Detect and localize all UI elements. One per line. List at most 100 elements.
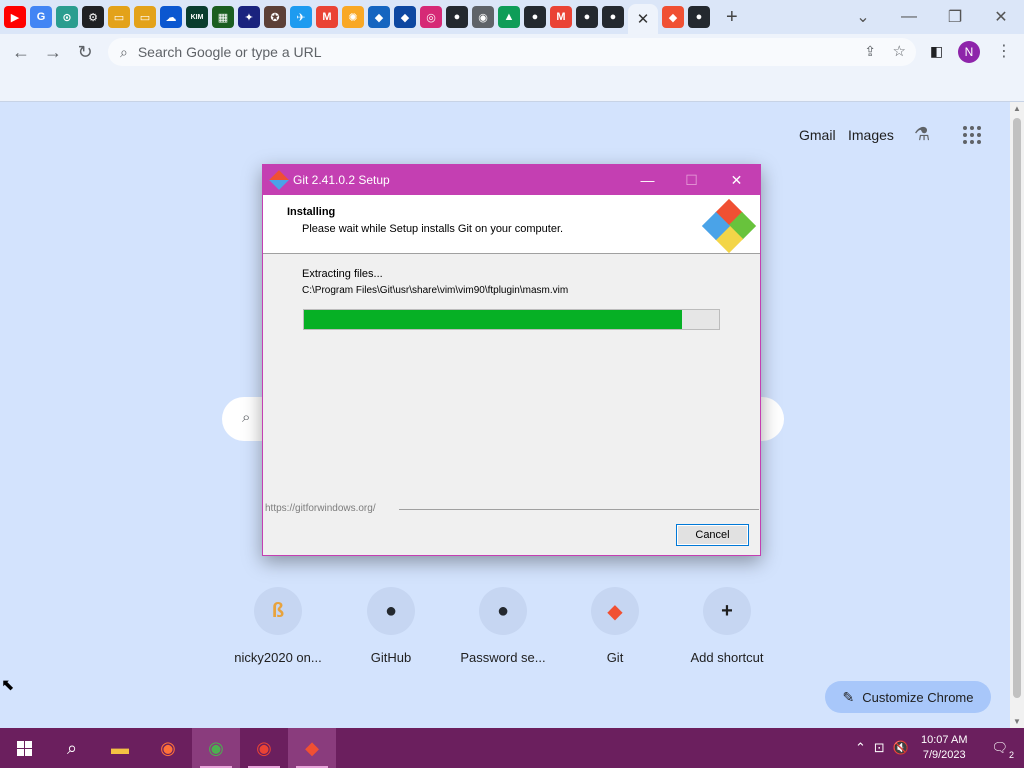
forward-button[interactable]: → [38, 37, 68, 67]
taskbar-git-setup[interactable]: ◆ [288, 728, 336, 768]
back-button[interactable]: ← [6, 37, 36, 67]
clock-time: 10:07 AM [921, 734, 968, 746]
clock-icon[interactable]: ⊙ [56, 6, 78, 28]
github-icon[interactable]: ● [688, 6, 710, 28]
dialog-minimize-button[interactable]: — [625, 165, 670, 195]
shortcut-label: nicky2020 on... [234, 650, 322, 665]
omnibox[interactable]: ⌕ Search Google or type a URL ⇪ ☆ [108, 38, 916, 66]
page-scrollbar[interactable]: ▲ ▼ [1010, 102, 1024, 728]
puzzle-icon[interactable]: ✦ [238, 6, 260, 28]
search-icon: ⌕ [120, 43, 128, 60]
shortcut-label: GitHub [370, 650, 412, 665]
restore-window-button[interactable]: ❐ [932, 0, 978, 34]
github-icon[interactable]: ● [524, 6, 546, 28]
volume-muted-icon[interactable]: 🔇 [893, 740, 909, 756]
git-icon[interactable]: ◆ [662, 6, 684, 28]
active-tab[interactable]: ✕ [628, 4, 658, 34]
windows-logo-icon [16, 740, 32, 756]
bookmark-star-icon[interactable]: ☆ [893, 42, 906, 60]
dialog-maximize-button: ☐ [685, 171, 698, 188]
bookmark-bar [0, 70, 1024, 102]
shortcut-tile[interactable]: ß nicky2020 on... [222, 587, 334, 665]
gmail-icon[interactable]: M [550, 6, 572, 28]
network-icon[interactable]: ⊡ [874, 740, 885, 756]
mouse-cursor-icon: ⬉ [1, 677, 15, 694]
taskbar-search-button[interactable]: ⌕ [48, 728, 96, 768]
lightbulb-icon[interactable]: ✺ [342, 6, 364, 28]
folder-icon[interactable]: ▭ [134, 6, 156, 28]
side-panel-icon[interactable]: ◧ [930, 43, 943, 60]
omnibox-placeholder: Search Google or type a URL [137, 44, 322, 60]
gear-icon[interactable]: ⚙ [82, 6, 104, 28]
github-icon[interactable]: ● [446, 6, 468, 28]
clock-date: 7/9/2023 [922, 749, 966, 761]
sonic-icon[interactable]: ◆ [394, 6, 416, 28]
git-logo-icon [701, 198, 757, 254]
dialog-header: Installing Please wait while Setup insta… [263, 195, 760, 254]
kim-icon[interactable]: KIM [186, 6, 208, 28]
cancel-button[interactable]: Cancel [676, 524, 749, 546]
browser-toolbar: ← → ↻ ⌕ Search Google or type a URL ⇪ ☆ … [0, 34, 1024, 70]
notifications-icon[interactable]: 🗨 2 [991, 740, 1014, 760]
start-button[interactable] [0, 728, 48, 768]
github-icon[interactable]: ● [576, 6, 598, 28]
system-clock[interactable]: 10:07 AM 7/9/2023 [921, 733, 967, 763]
install-progress-bar [303, 309, 720, 330]
github-icon[interactable]: ● [602, 6, 624, 28]
drive-icon[interactable]: ▲ [498, 6, 520, 28]
cloud-icon[interactable]: ☁ [160, 6, 182, 28]
share-icon[interactable]: ⇪ [864, 43, 876, 60]
close-window-button[interactable]: ✕ [978, 0, 1024, 34]
new-tab-button[interactable]: + [726, 6, 738, 29]
google-apps-icon[interactable] [963, 126, 981, 144]
shortcut-label: Add shortcut [690, 650, 764, 665]
scroll-up-icon[interactable]: ▲ [1013, 104, 1021, 113]
dialog-body: Extracting files... C:\Program Files\Git… [263, 254, 760, 506]
folder-icon[interactable]: ▭ [108, 6, 130, 28]
dialog-title: Git 2.41.0.2 Setup [293, 173, 390, 187]
chrome-icon[interactable]: ◉ [472, 6, 494, 28]
shortcut-icon: + [703, 587, 751, 635]
instagram-icon[interactable]: ◎ [420, 6, 442, 28]
menu-kebab-icon[interactable]: ⋮ [996, 41, 1012, 61]
taskbar-chrome-profile[interactable]: ◉ [240, 728, 288, 768]
sonic-icon[interactable]: ◆ [368, 6, 390, 28]
customize-chrome-button[interactable]: ✎ Customize Chrome [825, 681, 991, 713]
shortcut-tile[interactable]: + Add shortcut [671, 587, 783, 665]
game-icon[interactable]: ▦ [212, 6, 234, 28]
shortcut-icon: ß [254, 587, 302, 635]
taskbar-chrome[interactable]: ◉ [192, 728, 240, 768]
taskbar-firefox[interactable]: ◉ [144, 728, 192, 768]
shortcut-tile[interactable]: ◆ Git [559, 587, 671, 665]
footer-url: https://gitforwindows.org/ [265, 503, 376, 514]
gmail-icon[interactable]: M [316, 6, 338, 28]
footer-divider [399, 509, 759, 510]
search-icon: ⌕ [242, 409, 251, 426]
scrollbar-thumb[interactable] [1013, 118, 1021, 698]
dialog-close-button[interactable]: ✕ [714, 165, 759, 195]
images-link[interactable]: Images [848, 127, 894, 143]
profile-avatar[interactable]: N [958, 41, 980, 63]
shortcut-tile[interactable]: ● Password se... [447, 587, 559, 665]
install-file-path: C:\Program Files\Git\usr\share\vim\vim90… [302, 285, 569, 296]
taskbar-file-explorer[interactable]: ▬ [96, 728, 144, 768]
shortcut-tile[interactable]: ● GitHub [335, 587, 447, 665]
dialog-titlebar[interactable]: Git 2.41.0.2 Setup — ☐ ✕ [263, 165, 760, 195]
badge-icon[interactable]: ✪ [264, 6, 286, 28]
progress-fill [304, 310, 682, 329]
shortcut-label: Password se... [460, 650, 546, 665]
search-icon: ⌕ [66, 737, 78, 758]
google-icon[interactable]: G [30, 6, 52, 28]
notifications-count: 2 [1008, 750, 1014, 760]
close-tab-icon[interactable]: ✕ [637, 10, 650, 28]
labs-flask-icon[interactable]: ⚗ [914, 124, 930, 145]
youtube-icon[interactable]: ▶ [4, 6, 26, 28]
shortcut-icon: ● [479, 587, 527, 635]
chevron-up-icon[interactable]: ⌃ [855, 740, 866, 756]
twitter-icon[interactable]: ✈ [290, 6, 312, 28]
tab-search-icon[interactable]: ⌄ [840, 0, 886, 34]
scroll-down-icon[interactable]: ▼ [1013, 717, 1021, 726]
gmail-link[interactable]: Gmail [799, 127, 836, 143]
reload-button[interactable]: ↻ [70, 37, 100, 67]
minimize-window-button[interactable]: — [886, 0, 932, 34]
